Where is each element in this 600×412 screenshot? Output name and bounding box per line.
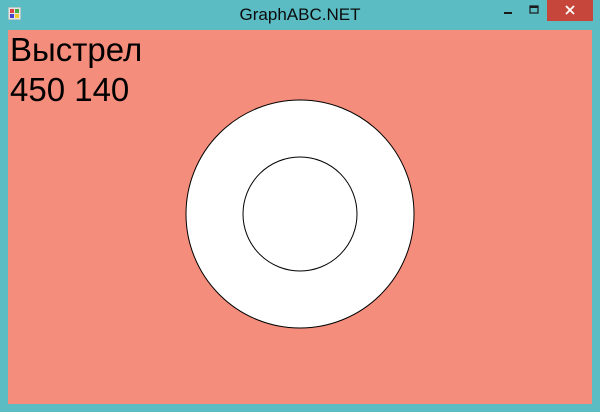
minimize-button[interactable] (495, 0, 521, 21)
minimize-icon (503, 2, 513, 20)
graphics-canvas[interactable]: Выстрел 450 140 (8, 30, 592, 404)
app-window: GraphABC.NET Выстрел 450 140 (0, 0, 600, 412)
close-icon (565, 2, 575, 20)
title-bar[interactable]: GraphABC.NET (0, 0, 600, 30)
maximize-button[interactable] (521, 0, 547, 21)
close-button[interactable] (547, 0, 593, 21)
target-inner-circle (242, 156, 358, 272)
target (185, 99, 415, 329)
window-controls (495, 0, 593, 22)
maximize-icon (529, 2, 539, 20)
